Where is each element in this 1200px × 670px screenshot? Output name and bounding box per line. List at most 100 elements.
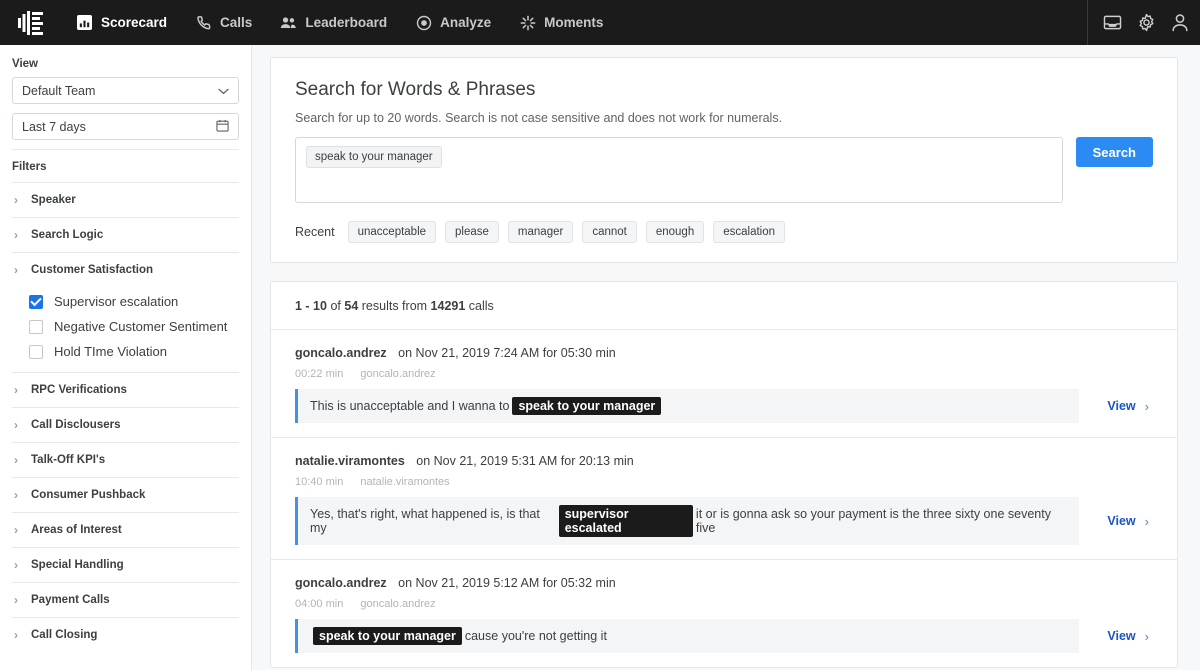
checkbox-label: Supervisor escalation xyxy=(54,294,178,309)
filter-group-label: Call Disclousers xyxy=(31,419,120,431)
result-submeta: 04:00 min goncalo.andrez xyxy=(295,598,1153,610)
filter-group-speaker[interactable]: › Speaker xyxy=(12,182,239,217)
chevron-right-icon: › xyxy=(14,629,21,641)
filter-group-areas-of-interest[interactable]: › Areas of Interest xyxy=(12,512,239,547)
filter-group-search-logic[interactable]: › Search Logic xyxy=(12,217,239,252)
result-row: goncalo.andrez on Nov 21, 2019 5:12 AM f… xyxy=(271,560,1177,667)
result-agent[interactable]: goncalo.andrez xyxy=(295,346,387,360)
transcript-highlight: supervisor escalated xyxy=(559,505,693,537)
nav-item-label: Scorecard xyxy=(101,15,167,30)
customer-satisfaction-options: Supervisor escalation Negative Customer … xyxy=(12,287,239,372)
date-range-select[interactable]: Last 7 days xyxy=(12,113,239,140)
chevron-right-icon: › xyxy=(14,489,21,501)
checkbox-row-negative-customer-sentiment[interactable]: Negative Customer Sentiment xyxy=(12,314,239,339)
filter-group-label: Call Closing xyxy=(31,629,97,641)
filter-group-consumer-pushback[interactable]: › Consumer Pushback xyxy=(12,477,239,512)
result-body: Yes, that's right, what happened is, is … xyxy=(295,497,1153,545)
view-call-link[interactable]: View › xyxy=(1093,514,1153,529)
chevron-right-icon: › xyxy=(1145,399,1149,414)
recent-token-cannot[interactable]: cannot xyxy=(582,221,637,243)
results-summary: 1 - 10 of 54 results from 14291 calls xyxy=(271,282,1177,330)
chevron-right-icon: › xyxy=(14,454,21,466)
results-of-word: of xyxy=(330,299,340,313)
result-row: natalie.viramontes on Nov 21, 2019 5:31 … xyxy=(271,438,1177,560)
filter-group-label: Payment Calls xyxy=(31,594,110,606)
chevron-right-icon: › xyxy=(1145,514,1149,529)
view-call-link[interactable]: View › xyxy=(1093,399,1153,414)
result-body: This is unacceptable and I wanna to spea… xyxy=(295,389,1153,423)
result-timestamp: 10:40 min xyxy=(295,476,343,488)
gear-icon[interactable] xyxy=(1136,13,1156,33)
transcript-post: cause you're not getting it xyxy=(465,629,607,643)
recent-token-please[interactable]: please xyxy=(445,221,499,243)
filters-label: Filters xyxy=(12,150,239,182)
filter-group-rpc-verifications[interactable]: › RPC Verifications xyxy=(12,372,239,407)
result-timestamp: 00:22 min xyxy=(295,368,343,380)
chevron-right-icon: › xyxy=(14,524,21,536)
recent-label: Recent xyxy=(295,225,335,239)
checkbox-negative-customer-sentiment[interactable] xyxy=(29,320,43,334)
result-agent[interactable]: natalie.viramontes xyxy=(295,454,405,468)
nav-item-moments[interactable]: Moments xyxy=(505,0,617,45)
page-title: Search for Words & Phrases xyxy=(295,79,1153,101)
app-logo[interactable] xyxy=(0,0,62,45)
results-from-word: results from xyxy=(362,299,427,313)
team-select-value: Default Team xyxy=(22,84,95,98)
search-token[interactable]: speak to your manager xyxy=(306,146,442,168)
nav-item-scorecard[interactable]: Scorecard xyxy=(62,0,181,45)
view-link-label: View xyxy=(1107,514,1135,528)
results-panel: 1 - 10 of 54 results from 14291 calls go… xyxy=(270,281,1178,668)
user-icon[interactable] xyxy=(1170,13,1190,33)
chevron-right-icon: › xyxy=(14,264,21,276)
recent-token-unacceptable[interactable]: unacceptable xyxy=(348,221,436,243)
filter-group-talk-off-kpis[interactable]: › Talk-Off KPI's xyxy=(12,442,239,477)
checkbox-hold-time-violation[interactable] xyxy=(29,345,43,359)
view-link-label: View xyxy=(1107,399,1135,413)
filter-group-customer-satisfaction[interactable]: › Customer Satisfaction xyxy=(12,252,239,287)
results-range: 1 - 10 xyxy=(295,299,327,313)
nav-item-leaderboard[interactable]: Leaderboard xyxy=(266,0,401,45)
result-transcript: speak to your manager cause you're not g… xyxy=(295,619,1079,653)
checkbox-label: Hold TIme Violation xyxy=(54,344,167,359)
team-select[interactable]: Default Team xyxy=(12,77,239,104)
transcript-highlight: speak to your manager xyxy=(313,627,462,645)
inbox-icon[interactable] xyxy=(1102,13,1122,33)
chevron-right-icon: › xyxy=(1145,629,1149,644)
checkbox-row-supervisor-escalation[interactable]: Supervisor escalation xyxy=(12,289,239,314)
result-speaker: goncalo.andrez xyxy=(360,598,435,610)
result-agent[interactable]: goncalo.andrez xyxy=(295,576,387,590)
checkbox-label: Negative Customer Sentiment xyxy=(54,319,227,334)
result-header: natalie.viramontes on Nov 21, 2019 5:31 … xyxy=(295,454,1153,468)
chevron-right-icon: › xyxy=(14,384,21,396)
checkbox-row-hold-time-violation[interactable]: Hold TIme Violation xyxy=(12,339,239,364)
recent-token-escalation[interactable]: escalation xyxy=(713,221,785,243)
result-submeta: 00:22 min goncalo.andrez xyxy=(295,368,1153,380)
results-calls-word: calls xyxy=(469,299,494,313)
filter-group-label: Consumer Pushback xyxy=(31,489,145,501)
results-total: 54 xyxy=(344,299,358,313)
filter-group-special-handling[interactable]: › Special Handling xyxy=(12,547,239,582)
recent-searches: Recent unacceptable please manager canno… xyxy=(295,221,1153,243)
sparkle-icon xyxy=(519,14,536,31)
result-header: goncalo.andrez on Nov 21, 2019 7:24 AM f… xyxy=(295,346,1153,360)
nav-item-calls[interactable]: Calls xyxy=(181,0,266,45)
chevron-right-icon: › xyxy=(14,229,21,241)
search-panel: Search for Words & Phrases Search for up… xyxy=(270,57,1178,263)
filter-group-call-disclousers[interactable]: › Call Disclousers xyxy=(12,407,239,442)
date-range-value: Last 7 days xyxy=(22,120,86,134)
recent-token-enough[interactable]: enough xyxy=(646,221,704,243)
checkbox-supervisor-escalation[interactable] xyxy=(29,295,43,309)
chevron-right-icon: › xyxy=(14,194,21,206)
filter-group-payment-calls[interactable]: › Payment Calls xyxy=(12,582,239,617)
nav-item-analyze[interactable]: Analyze xyxy=(401,0,505,45)
search-row: speak to your manager Search xyxy=(295,137,1153,203)
filter-group-label: RPC Verifications xyxy=(31,384,127,396)
search-subtitle: Search for up to 20 words. Search is not… xyxy=(295,111,1153,125)
search-button[interactable]: Search xyxy=(1076,137,1153,167)
result-header: goncalo.andrez on Nov 21, 2019 5:12 AM f… xyxy=(295,576,1153,590)
waveform-logo-icon xyxy=(18,11,44,35)
view-call-link[interactable]: View › xyxy=(1093,629,1153,644)
recent-token-manager[interactable]: manager xyxy=(508,221,573,243)
search-input[interactable]: speak to your manager xyxy=(295,137,1063,203)
filter-group-call-closing[interactable]: › Call Closing xyxy=(12,617,239,652)
